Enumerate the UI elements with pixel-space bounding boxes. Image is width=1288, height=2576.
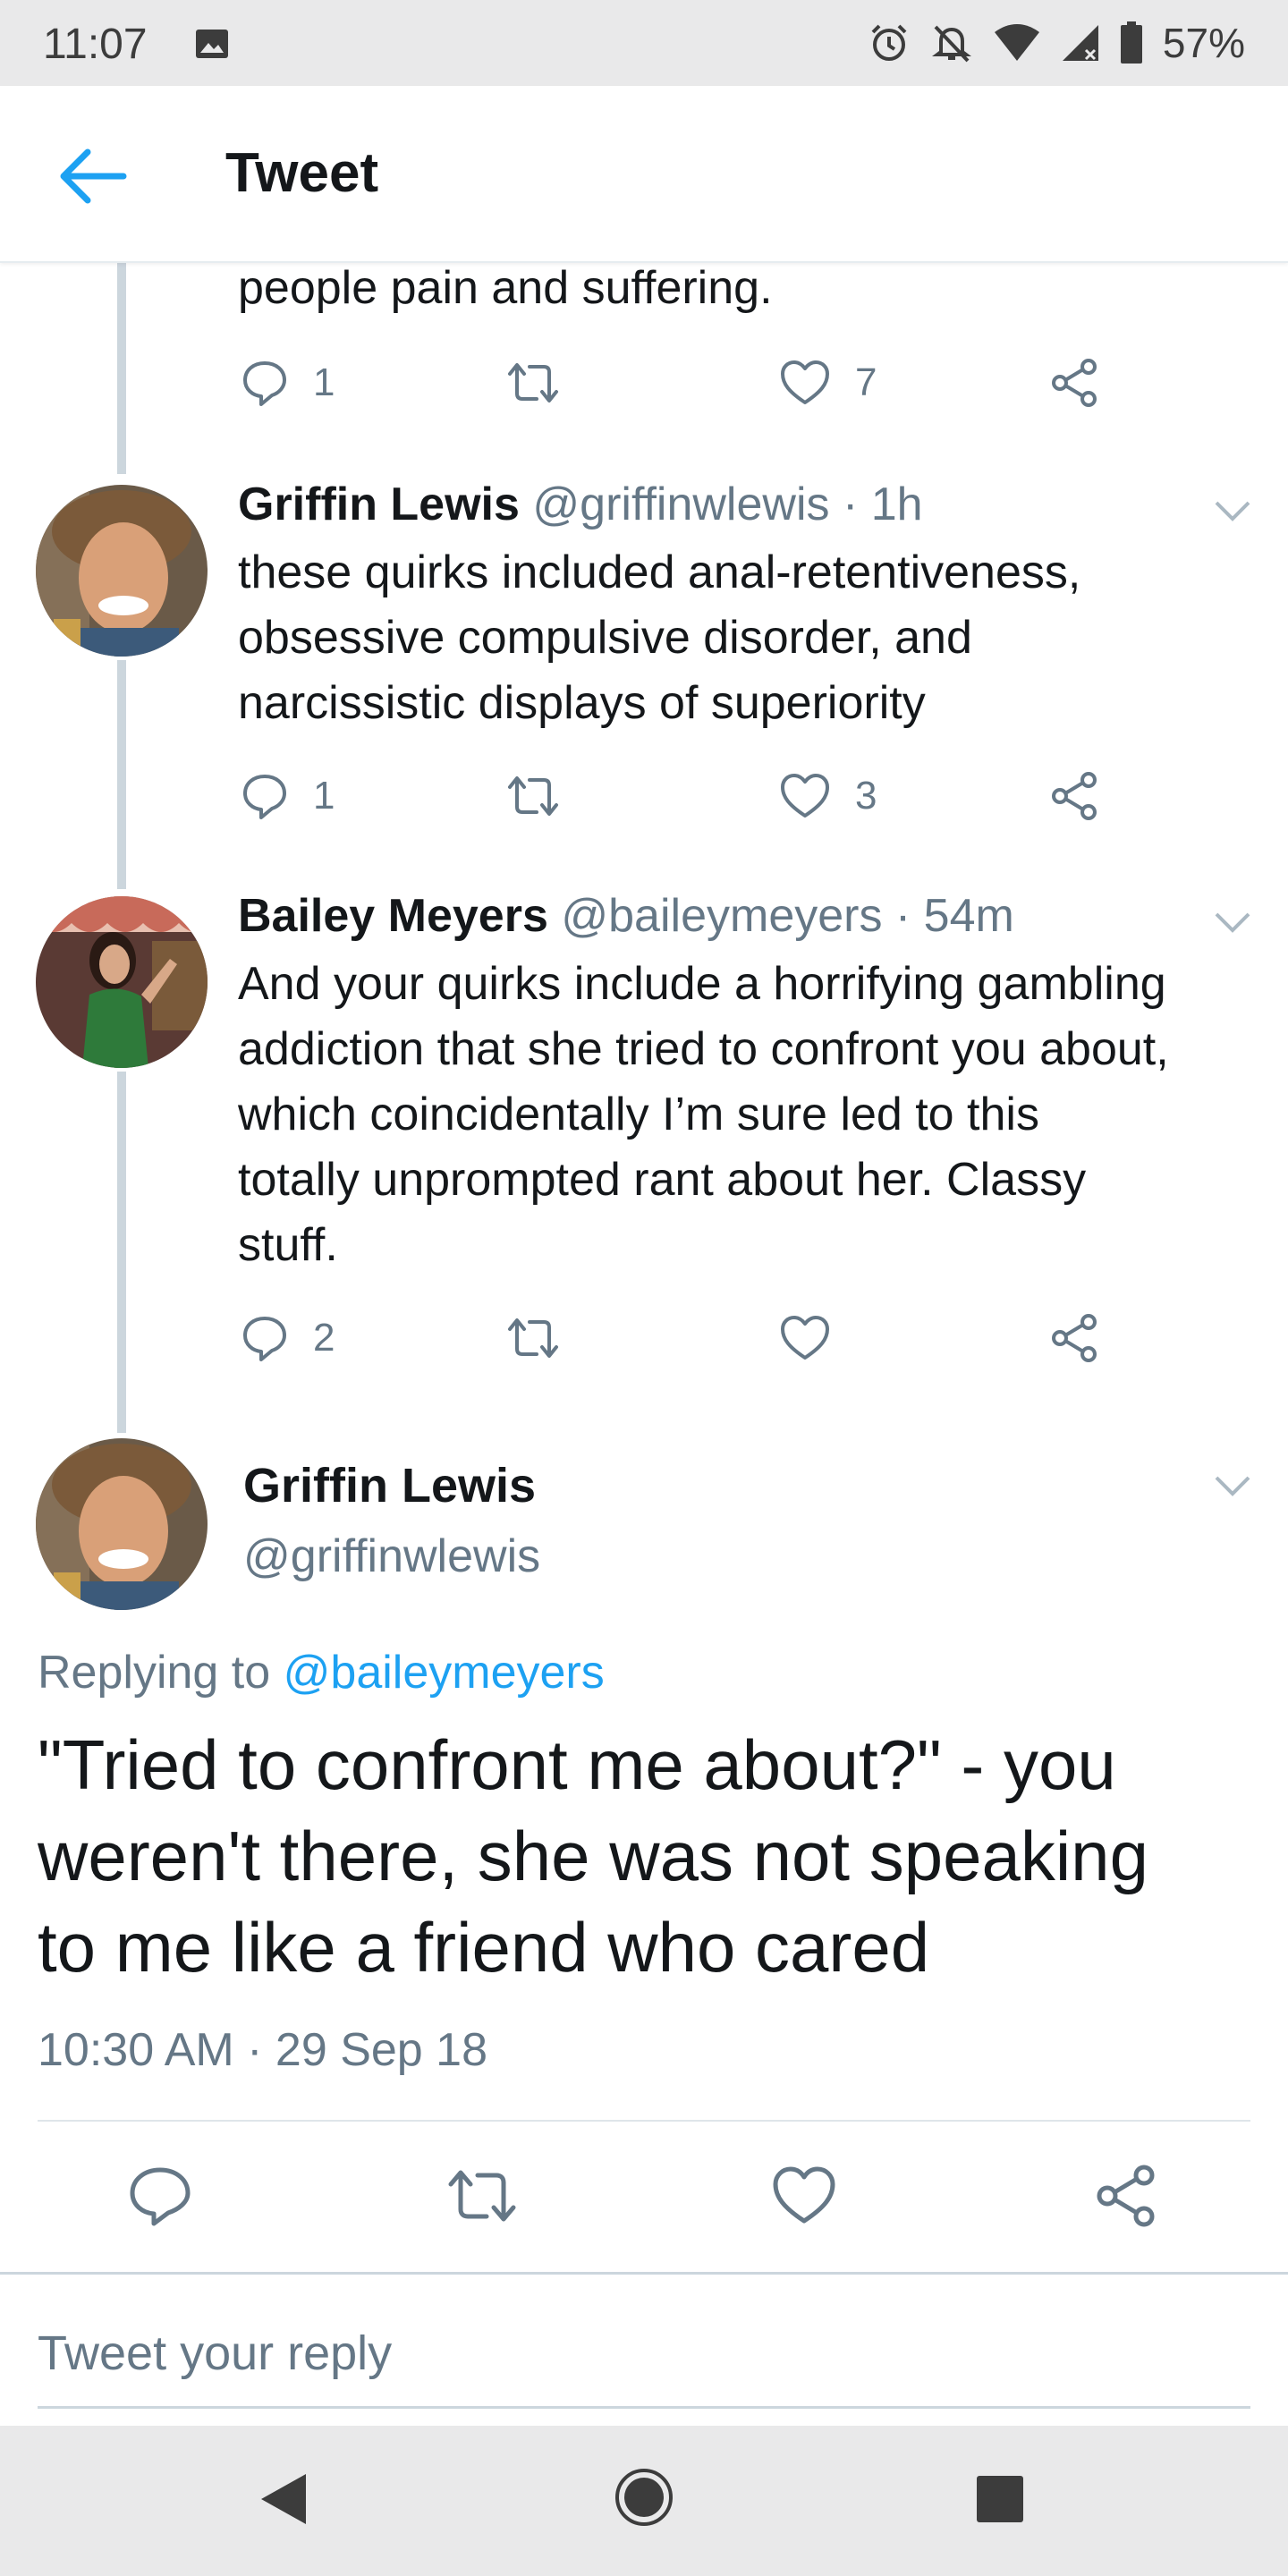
- tweet-line: narcissistic displays of superiority: [238, 677, 926, 729]
- reply-button[interactable]: 1: [240, 769, 335, 823]
- display-name[interactable]: Griffin Lewis: [243, 1458, 536, 1513]
- avatar-photo: [36, 1438, 208, 1610]
- share-icon[interactable]: [1093, 2165, 1159, 2227]
- handle-time: @baileymeyers · 54m: [561, 890, 1014, 942]
- heart-icon: [781, 360, 829, 404]
- tweet-line: totally unprompted rant about her. Class…: [238, 1154, 1087, 1206]
- thread-line: [117, 263, 126, 474]
- tweet-timestamp: 10:30 AM · 29 Sep 18: [38, 2024, 488, 2076]
- tweet-line: stuff.: [238, 1219, 338, 1271]
- reply-icon: [243, 775, 286, 819]
- reply-button[interactable]: 2: [240, 1311, 335, 1365]
- battery-percent: 57%: [1162, 20, 1245, 66]
- tweet-text-fragment: people pain and suffering.: [238, 262, 773, 314]
- avatar-photo: [36, 896, 208, 1068]
- recents-square-icon[interactable]: [975, 2474, 1025, 2524]
- tweet-text: And your quirks include a horrifying gam…: [238, 952, 1267, 1278]
- chevron-down-icon[interactable]: [1213, 497, 1252, 524]
- system-icons: 57%: [868, 20, 1245, 66]
- status-time: 11:07: [43, 21, 148, 68]
- tweet-text: these quirks included anal-retentiveness…: [238, 540, 1267, 736]
- share-icon: [1052, 1314, 1097, 1362]
- chevron-down-icon[interactable]: [1213, 909, 1252, 936]
- display-name[interactable]: Bailey Meyers: [238, 890, 548, 942]
- reply-button[interactable]: 1: [240, 356, 335, 410]
- main-tweet-text: "Tried to confront me about?" - you were…: [38, 1719, 1263, 1993]
- heart-icon[interactable]: [771, 2165, 837, 2227]
- like-count: 3: [855, 774, 877, 818]
- signal-icon: [1062, 25, 1098, 61]
- display-name[interactable]: Griffin Lewis: [238, 479, 520, 530]
- retweet-icon: [508, 1318, 558, 1358]
- reply-icon[interactable]: [127, 2165, 193, 2227]
- share-button[interactable]: [1048, 769, 1100, 823]
- main-tweet-actions: [0, 2165, 1288, 2227]
- like-count: 7: [855, 360, 877, 404]
- share-icon: [1052, 359, 1097, 407]
- share-button[interactable]: [1048, 356, 1100, 410]
- retweet-icon: [508, 776, 558, 816]
- retweet-button[interactable]: [504, 1311, 585, 1365]
- reply-icon: [243, 1317, 286, 1361]
- share-icon: [1052, 772, 1097, 820]
- avatar[interactable]: [36, 485, 208, 657]
- alarm-icon: [871, 24, 907, 61]
- reply-count: 2: [313, 1316, 335, 1360]
- divider: [38, 2120, 1250, 2122]
- tweet-line: which coincidentally I’m sure led to thi…: [238, 1089, 1039, 1140]
- reply-input[interactable]: Tweet your reply: [38, 2326, 392, 2381]
- tweet-header: Bailey Meyers @baileymeyers · 54m: [238, 889, 1014, 943]
- retweet-button[interactable]: [504, 356, 585, 410]
- battery-icon: [1120, 21, 1142, 64]
- page-title: Tweet: [225, 142, 379, 204]
- bell-off-icon: [931, 25, 971, 63]
- tweet-line: "Tried to confront me about?" - you: [38, 1725, 1116, 1804]
- tweet-line: weren't there, she was not speaking: [38, 1817, 1148, 1895]
- tweet-actions: 1 3: [238, 769, 1114, 823]
- replying-to: Replying to @baileymeyers: [38, 1646, 605, 1699]
- thread-line: [117, 660, 126, 889]
- avatar[interactable]: [36, 1438, 208, 1610]
- tweet-actions: 2: [238, 1311, 1114, 1365]
- like-button[interactable]: [778, 1311, 855, 1365]
- handle-time: @griffinwlewis · 1h: [532, 479, 923, 530]
- reply-input-underline: [38, 2406, 1250, 2409]
- replying-prefix: Replying to: [38, 1647, 284, 1699]
- heart-icon: [781, 1316, 829, 1360]
- handle[interactable]: @griffinwlewis: [243, 1530, 540, 1583]
- thread-line: [117, 1072, 126, 1433]
- divider: [0, 2272, 1288, 2275]
- reply-icon: [243, 361, 286, 406]
- share-button[interactable]: [1048, 1311, 1100, 1365]
- avatar[interactable]: [36, 896, 208, 1068]
- heart-icon: [781, 774, 829, 818]
- tweet-line: obsessive compulsive disorder, and: [238, 612, 972, 664]
- retweet-button[interactable]: [504, 769, 585, 823]
- status-bar: 11:07 57%: [0, 0, 1288, 86]
- tweet-header: Griffin Lewis @griffinwlewis · 1h: [238, 478, 923, 531]
- retweet-icon[interactable]: [445, 2165, 519, 2227]
- like-button[interactable]: 3: [778, 769, 877, 823]
- back-triangle-icon[interactable]: [256, 2470, 309, 2528]
- tweet-line: to me like a friend who cared: [38, 1908, 930, 1987]
- chevron-down-icon[interactable]: [1213, 1472, 1252, 1499]
- wifi-icon: [994, 24, 1039, 61]
- tweet-actions: 1 7: [238, 356, 1114, 410]
- app-header: Tweet: [0, 86, 1288, 263]
- tweet-line: these quirks included anal-retentiveness…: [238, 547, 1081, 598]
- home-circle-icon[interactable]: [614, 2467, 674, 2528]
- tweet-line: addiction that she tried to confront you…: [238, 1023, 1169, 1075]
- reply-count: 1: [313, 774, 335, 818]
- replying-to-link[interactable]: @baileymeyers: [284, 1647, 605, 1699]
- arrow-left-icon[interactable]: [57, 145, 129, 208]
- like-button[interactable]: 7: [778, 356, 877, 410]
- retweet-icon: [508, 363, 558, 402]
- reply-count: 1: [313, 360, 335, 404]
- image-icon: [196, 30, 228, 58]
- tweet-line: And your quirks include a horrifying gam…: [238, 958, 1166, 1010]
- avatar-photo: [36, 485, 208, 657]
- system-nav-bar: [0, 2426, 1288, 2576]
